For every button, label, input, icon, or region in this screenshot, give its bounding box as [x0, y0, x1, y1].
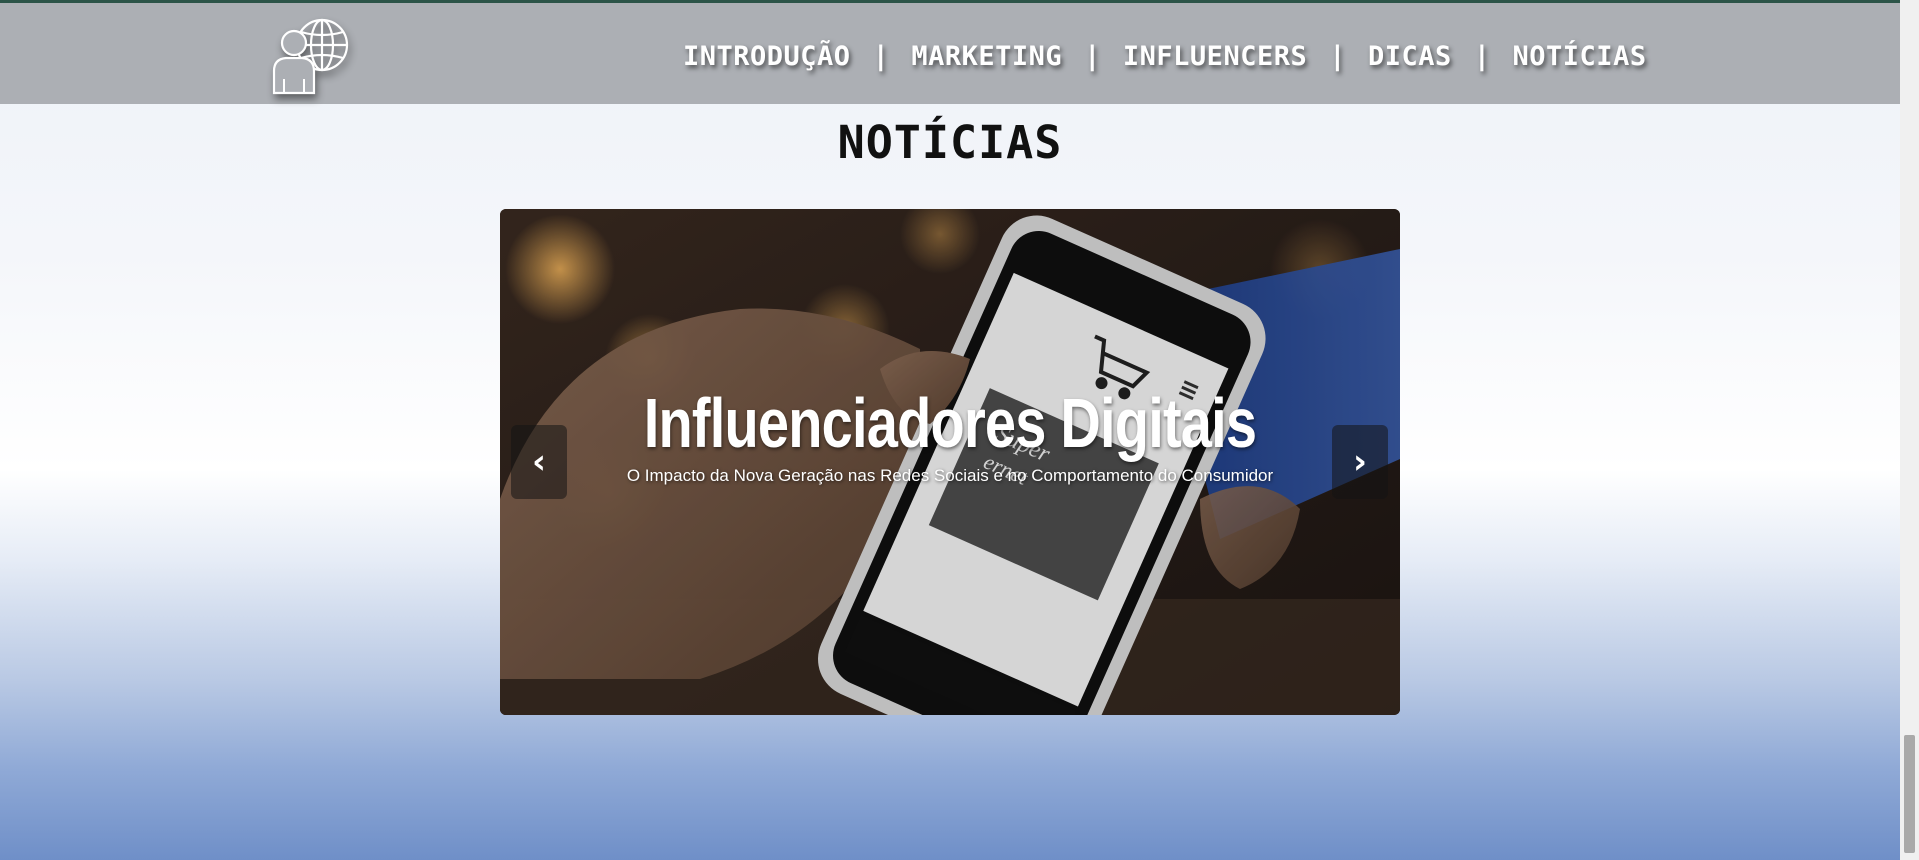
nav-separator: |: [1329, 40, 1346, 72]
person-globe-icon: [272, 18, 349, 95]
scrollbar-thumb[interactable]: [1904, 735, 1915, 853]
section-title: NOTÍCIAS: [837, 116, 1063, 169]
slide-title: Influenciadores Digitais: [643, 384, 1257, 462]
nav-item-dicas[interactable]: DICAS: [1368, 41, 1452, 72]
slide-subtitle: O Impacto da Nova Geração nas Redes Soci…: [626, 466, 1274, 485]
nav-item-introducao[interactable]: INTRODUÇÃO: [683, 41, 851, 72]
news-carousel: Super ernet Influenciadores Digitais O I…: [500, 209, 1400, 715]
page-scrollbar[interactable]: [1900, 0, 1919, 860]
chevron-left-icon: ‹: [531, 442, 546, 482]
nav-item-marketing[interactable]: MARKETING: [911, 41, 1062, 72]
main-nav: INTRODUÇÃO | MARKETING | INFLUENCERS | D…: [683, 36, 1647, 76]
nav-separator: |: [1084, 40, 1101, 72]
carousel-next-button[interactable]: ›: [1332, 425, 1388, 499]
logo[interactable]: [270, 13, 356, 95]
site-header: INTRODUÇÃO | MARKETING | INFLUENCERS | D…: [0, 3, 1900, 104]
nav-item-influencers[interactable]: INFLUENCERS: [1123, 41, 1307, 72]
nav-separator: |: [872, 40, 890, 72]
slide-caption: Influenciadores Digitais O Impacto da No…: [500, 381, 1400, 487]
nav-item-noticias[interactable]: NOTÍCIAS: [1513, 41, 1647, 72]
carousel-prev-button[interactable]: ‹: [511, 425, 567, 499]
nav-separator: |: [1473, 40, 1491, 72]
chevron-right-icon: ›: [1352, 442, 1367, 482]
